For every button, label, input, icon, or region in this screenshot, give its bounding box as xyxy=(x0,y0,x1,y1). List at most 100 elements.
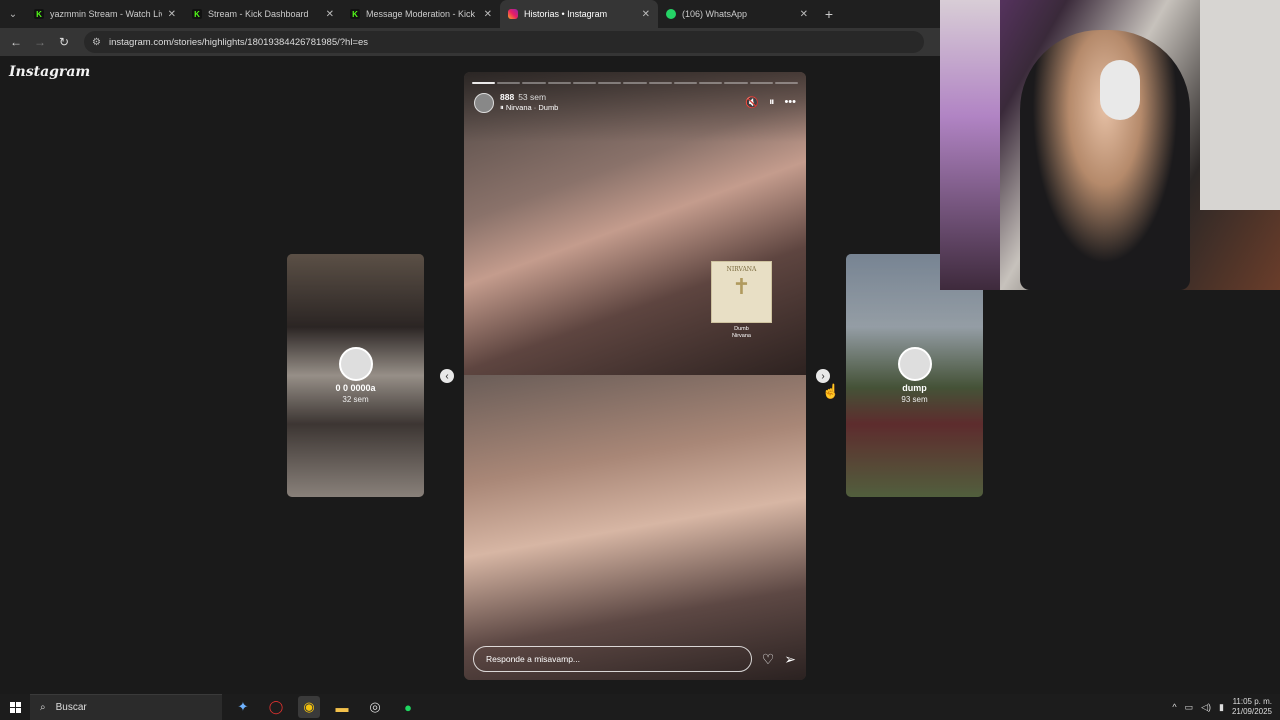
close-icon[interactable]: ✕ xyxy=(642,9,650,20)
clock[interactable]: 11:05 p. m. 21/09/2025 xyxy=(1232,697,1272,718)
spotify-icon[interactable]: ● xyxy=(397,696,419,718)
chrome-icon[interactable]: ◉ xyxy=(298,696,320,718)
story-photo-bottom xyxy=(464,375,806,680)
album-band-name: NIRVANA xyxy=(726,266,757,273)
story-preview-time: 93 sem xyxy=(901,395,928,404)
avatar[interactable] xyxy=(474,92,494,113)
close-icon[interactable]: ✕ xyxy=(326,9,334,20)
back-button[interactable]: ← xyxy=(6,32,26,52)
avatar xyxy=(338,347,373,381)
progress-segment xyxy=(598,82,622,84)
chevron-up-icon[interactable]: ^ xyxy=(1172,702,1176,712)
system-tray: ^ ▭ ◁) ▮ 11:05 p. m. 21/09/2025 xyxy=(1172,697,1280,718)
webcam-overlay xyxy=(940,0,1280,290)
tab-title: Message Moderation - Kick Da xyxy=(366,9,478,19)
pause-icon[interactable]: ⏸ xyxy=(769,96,775,109)
progress-segment xyxy=(774,82,799,84)
new-tab-button[interactable]: + xyxy=(816,6,842,22)
tab-title: Stream - Kick Dashboard xyxy=(208,9,309,19)
story-preview-time: 32 sem xyxy=(342,395,369,404)
webcam-wall xyxy=(1200,0,1280,210)
album-cover-sticker[interactable]: NIRVANA ✝ xyxy=(711,261,772,323)
next-story-preview[interactable]: dump 93 sem xyxy=(846,254,983,497)
story-preview-overlay: dump 93 sem xyxy=(846,254,983,497)
close-icon[interactable]: ✕ xyxy=(800,9,808,20)
story-viewer[interactable]: 888 53 sem ⏸ Nirvana · Dumb 🔇 ⏸ ••• NIRVA… xyxy=(464,72,806,680)
story-controls: 🔇 ⏸ ••• xyxy=(745,96,796,109)
more-options-icon[interactable]: ••• xyxy=(784,96,796,109)
opera-icon[interactable]: ◯ xyxy=(265,696,287,718)
previous-story-arrow-icon[interactable]: ‹ xyxy=(440,369,454,383)
progress-segment xyxy=(547,82,571,84)
progress-segment xyxy=(648,82,672,84)
story-preview-name: 0 0 0000a xyxy=(335,383,376,393)
progress-segment xyxy=(699,82,723,84)
tab-kick-stream[interactable]: K yazmmin Stream - Watch Live o ✕ xyxy=(26,0,184,28)
url-text: instagram.com/stories/highlights/1801938… xyxy=(108,36,369,48)
progress-segment xyxy=(497,82,521,84)
forward-button[interactable]: → xyxy=(30,32,50,52)
reply-input[interactable]: Responde a misavamp... xyxy=(473,646,752,672)
battery-icon[interactable]: ▮ xyxy=(1219,702,1224,713)
reply-row: Responde a misavamp... ♡ ➢ xyxy=(473,646,796,672)
previous-story-preview[interactable]: 0 0 0000a 32 sem xyxy=(287,254,424,497)
song-text: Nirvana · Dumb xyxy=(505,103,559,112)
album-caption-artist: Nirvana xyxy=(732,333,751,340)
heart-icon[interactable]: ♡ xyxy=(762,651,775,668)
tab-title: yazmmin Stream - Watch Live o xyxy=(50,9,162,19)
tab-title: Historias • Instagram xyxy=(524,9,608,19)
webcam-shelf xyxy=(940,0,1000,290)
clock-time: 11:05 p. m. xyxy=(1232,696,1272,706)
copilot-icon[interactable]: ✦ xyxy=(232,696,254,718)
windows-taskbar: ⌕ Buscar ✦ ◯ ◉ ▬ ◎ ● ^ ▭ ◁) ▮ 11:05 p. m… xyxy=(0,694,1280,720)
story-time: 53 sem xyxy=(518,92,547,102)
progress-segment xyxy=(522,82,546,84)
avatar xyxy=(897,347,932,381)
close-icon[interactable]: ✕ xyxy=(168,9,176,20)
story-username[interactable]: 888 53 sem xyxy=(500,92,739,102)
taskbar-apps: ✦ ◯ ◉ ▬ ◎ ● xyxy=(232,696,419,718)
file-explorer-icon[interactable]: ▬ xyxy=(331,696,353,718)
start-button[interactable] xyxy=(0,694,30,720)
story-header: 888 53 sem ⏸ Nirvana · Dumb 🔇 ⏸ ••• xyxy=(474,92,796,113)
tab-kick-dashboard[interactable]: K Stream - Kick Dashboard ✕ xyxy=(184,0,342,28)
progress-segment xyxy=(673,82,698,84)
tab-whatsapp[interactable]: (106) WhatsApp ✕ xyxy=(658,0,816,28)
windows-logo-icon xyxy=(9,701,21,713)
progress-segment xyxy=(572,82,597,84)
username-text: 888 xyxy=(500,92,515,102)
album-caption: Dumb Nirvana xyxy=(711,326,772,340)
mute-icon[interactable]: 🔇 xyxy=(745,96,759,109)
angel-icon: ✝ xyxy=(732,274,751,299)
tab-instagram[interactable]: Historias • Instagram ✕ xyxy=(500,0,658,28)
site-info-icon[interactable]: ⚙ xyxy=(92,37,101,48)
taskbar-search[interactable]: ⌕ Buscar xyxy=(30,694,222,720)
progress-segment xyxy=(724,82,748,84)
story-progress-bar xyxy=(472,82,799,84)
url-bar[interactable]: ⚙ instagram.com/stories/highlights/18019… xyxy=(84,31,924,53)
tab-kick-moderation[interactable]: K Message Moderation - Kick Da ✕ xyxy=(342,0,500,28)
story-song[interactable]: ⏸ Nirvana · Dumb xyxy=(500,103,739,113)
search-icon: ⌕ xyxy=(40,702,46,713)
instagram-icon xyxy=(508,9,518,19)
headset xyxy=(1100,60,1140,120)
obs-icon[interactable]: ◎ xyxy=(364,696,386,718)
instagram-logo[interactable]: Instagram xyxy=(9,64,90,80)
network-icon[interactable]: ▭ xyxy=(1185,702,1194,713)
whatsapp-icon xyxy=(666,9,676,19)
close-icon[interactable]: ✕ xyxy=(484,9,492,20)
tab-search-chevron-icon[interactable]: ⌄ xyxy=(0,0,26,28)
volume-icon[interactable]: ◁) xyxy=(1201,702,1211,713)
clock-date: 21/09/2025 xyxy=(1231,707,1272,716)
story-meta: 888 53 sem ⏸ Nirvana · Dumb xyxy=(500,92,739,113)
reload-button[interactable]: ↻ xyxy=(54,32,74,52)
story-preview-overlay: 0 0 0000a 32 sem xyxy=(287,254,424,497)
kick-icon: K xyxy=(34,9,44,19)
album-caption-song: Dumb xyxy=(734,326,749,332)
address-toolbar: ← → ↻ ⚙ instagram.com/stories/highlights… xyxy=(0,28,940,56)
tab-title: (106) WhatsApp xyxy=(682,9,748,19)
progress-segment xyxy=(749,82,773,84)
next-story-arrow-icon[interactable]: › xyxy=(816,369,830,383)
hand-cursor-icon: ☝ xyxy=(822,383,840,399)
send-icon[interactable]: ➢ xyxy=(784,651,796,668)
